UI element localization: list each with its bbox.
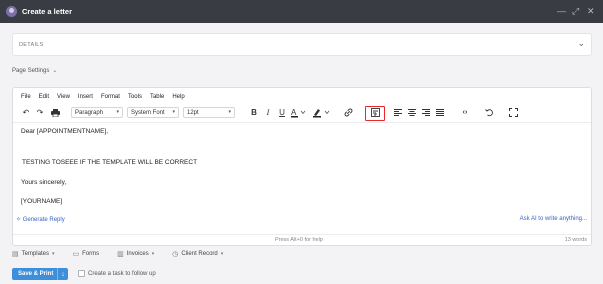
follow-up-label: Create a task to follow up [88, 270, 156, 277]
chevron-down-icon: ▾ [116, 109, 119, 115]
toolbar-divider [13, 122, 591, 123]
fullscreen-icon[interactable] [507, 106, 519, 119]
font-family-select[interactable]: System Font ▾ [127, 107, 179, 118]
redo-icon[interactable]: ↷ [35, 106, 45, 119]
font-size-select[interactable]: 12pt ▾ [183, 107, 235, 118]
bottom-tabs: ▤ Templates ▾ ▭ Forms ▥ Invoices ▾ ◷ Cli… [12, 250, 241, 258]
page-settings-toggle[interactable]: Page Settings ⌄ [12, 67, 57, 74]
menu-view[interactable]: View [57, 94, 70, 100]
tab-forms[interactable]: ▭ Forms [73, 250, 100, 258]
print-icon[interactable] [50, 106, 60, 119]
menu-tools[interactable]: Tools [128, 94, 142, 100]
chevron-down-icon: ⌄ [52, 68, 58, 74]
highlight-color-icon[interactable] [313, 106, 331, 119]
menu-help[interactable]: Help [172, 94, 184, 100]
bold-icon[interactable]: B [249, 106, 259, 119]
sparkle-icon: ✧ [16, 217, 22, 223]
letter-line: Yours sincerely, [21, 179, 67, 186]
editor-menubar: File Edit View Insert Format Tools Table… [21, 94, 185, 100]
ask-ai-link[interactable]: Ask AI to write anything... [520, 216, 587, 222]
italic-icon[interactable]: I [263, 106, 273, 119]
undo-icon[interactable]: ↶ [21, 106, 31, 119]
tab-invoices[interactable]: ▥ Invoices ▾ [117, 250, 154, 258]
menu-table[interactable]: Table [150, 94, 164, 100]
tab-client-record[interactable]: ◷ Client Record ▾ [172, 250, 223, 258]
tab-client-record-label: Client Record [181, 251, 218, 257]
generate-reply-label: Generate Reply [22, 217, 65, 223]
chevron-down-icon: ▾ [151, 251, 155, 257]
align-center-icon[interactable] [407, 106, 417, 119]
editor-toolbar: ↶ ↷ Paragraph ▾ System Font ▾ 12pt ▾ B I U … [13, 105, 591, 121]
save-print-label: Save & Print [18, 271, 54, 277]
menu-insert[interactable]: Insert [78, 94, 93, 100]
tab-templates[interactable]: ▤ Templates ▾ [12, 250, 55, 258]
close-icon[interactable]: ✕ [587, 5, 595, 17]
underline-icon[interactable]: U [277, 106, 287, 119]
save-print-button[interactable]: Save & Print ↓ [12, 268, 68, 280]
chevron-down-icon: ▾ [172, 109, 175, 115]
invoice-icon: ▥ [117, 251, 124, 258]
ai-reply-icon[interactable] [483, 106, 495, 119]
avatar [6, 6, 17, 17]
align-left-icon[interactable] [393, 106, 403, 119]
expand-icon[interactable]: ⤢ [572, 5, 579, 17]
form-icon: ▭ [72, 251, 80, 258]
svg-text:A: A [291, 108, 297, 117]
follow-up-task-option[interactable]: Create a task to follow up [78, 270, 156, 277]
details-label: DETAILS [19, 42, 44, 48]
editor-statusbar: Press Alt+0 for help 13 words [13, 234, 591, 246]
page-settings-label: Page Settings [12, 68, 50, 74]
letter-line: [YOURNAME] [21, 198, 63, 205]
align-justify-icon[interactable] [435, 106, 445, 119]
word-count: 13 words [564, 237, 587, 243]
chevron-down-icon: ▾ [228, 109, 231, 115]
align-right-icon[interactable] [421, 106, 431, 119]
client-icon: ◷ [172, 251, 179, 258]
letter-line: TESTING TOSEEE IF THE TEMPLATE WILL BE C… [22, 159, 198, 166]
chevron-down-icon: ▾ [220, 251, 224, 257]
tab-forms-label: Forms [82, 251, 100, 257]
block-format-value: Paragraph [75, 109, 104, 116]
letter-line: Dear [APPOINTMENTNAME], [21, 128, 109, 135]
window-titlebar: Create a letter — ⤢ ✕ [0, 0, 603, 23]
tab-templates-label: Templates [21, 251, 49, 257]
minimize-icon[interactable]: — [557, 5, 566, 17]
block-format-select[interactable]: Paragraph ▾ [71, 107, 123, 118]
text-color-icon[interactable]: A [291, 106, 307, 119]
menu-format[interactable]: Format [101, 94, 120, 100]
link-icon[interactable] [343, 106, 353, 119]
help-hint: Press Alt+0 for help [275, 237, 323, 243]
tab-invoices-label: Invoices [126, 251, 149, 257]
follow-up-checkbox[interactable] [78, 270, 85, 277]
arrow-down-icon[interactable]: ↓ [57, 268, 68, 280]
details-panel[interactable]: DETAILS ⌄ [12, 33, 592, 56]
chevron-down-icon[interactable]: ⌄ [577, 38, 585, 49]
highlight-box [365, 106, 385, 121]
font-size-value: 12pt [187, 109, 199, 116]
generate-reply-link[interactable]: ✧ Generate Reply [16, 216, 65, 223]
rich-text-editor: File Edit View Insert Format Tools Table… [12, 87, 592, 246]
source-code-icon[interactable]: ‹› [459, 106, 471, 119]
menu-file[interactable]: File [21, 94, 31, 100]
chevron-down-icon: ▾ [51, 251, 55, 257]
menu-edit[interactable]: Edit [39, 94, 49, 100]
document-icon: ▤ [12, 251, 19, 258]
font-family-value: System Font [131, 109, 165, 116]
window-title: Create a letter [22, 7, 73, 16]
